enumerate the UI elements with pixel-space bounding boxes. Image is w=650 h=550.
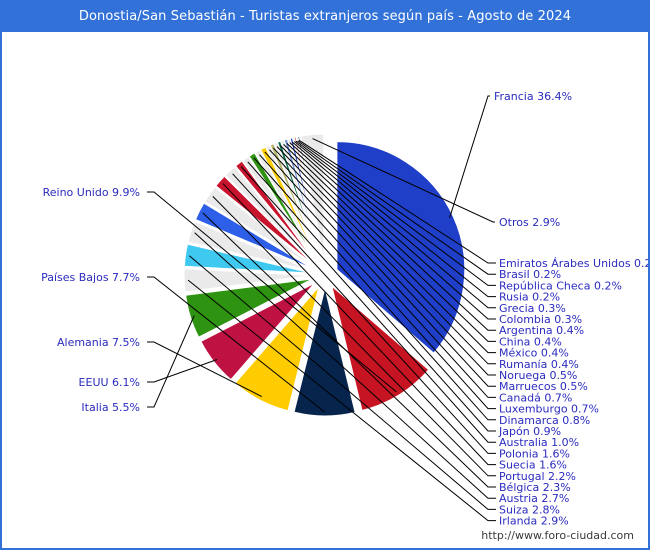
pie-label-italia: Italia 5.5% <box>81 401 140 414</box>
chart-frame: Donostia/San Sebastián - Turistas extran… <box>0 0 650 550</box>
leader-line-italia <box>147 315 195 408</box>
pie-label-alemania: Alemania 7.5% <box>57 336 140 349</box>
pie-label-otros: Otros 2.9% <box>499 216 560 229</box>
leader-line-eeuu <box>147 359 218 383</box>
pie-label-francia: Francia 36.4% <box>494 90 572 103</box>
pie-label-pa-ses-bajos: Países Bajos 7.7% <box>41 271 140 284</box>
leader-line-francia <box>449 95 490 219</box>
page-title: Donostia/San Sebastián - Turistas extran… <box>78 8 572 24</box>
pie-label-irlanda: Irlanda 2.9% <box>499 515 569 528</box>
pie-chart-svg: Reino Unido 9.9% Países Bajos 7.7% Alemani… <box>41 90 648 528</box>
source-url: http://www.foro-ciudad.com <box>481 529 634 542</box>
pie-label-eeuu: EEUU 6.1% <box>79 376 140 389</box>
pie-chart-plot-area: Reino Unido 9.9% Países Bajos 7.7% Alemani… <box>2 32 648 546</box>
pie-label-reino-unido: Reino Unido 9.9% <box>43 186 140 199</box>
chart-title-bar: Donostia/San Sebastián - Turistas extran… <box>0 0 650 32</box>
